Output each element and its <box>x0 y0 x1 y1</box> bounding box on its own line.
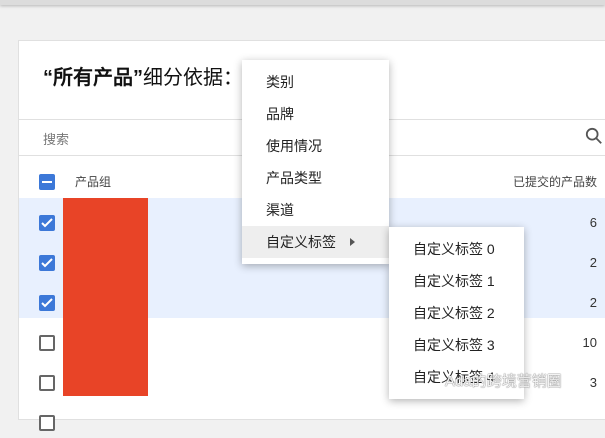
check-icon <box>39 295 55 311</box>
submitted-count: 3 <box>590 375 597 390</box>
title-quoted: “所有产品” <box>43 67 143 89</box>
menu-item[interactable]: 品牌 <box>242 98 389 130</box>
check-icon <box>39 255 55 271</box>
submenu-item[interactable]: 自定义标签 2 <box>389 297 524 329</box>
select-all-checkbox[interactable] <box>39 174 55 190</box>
menu-item-label: 自定义标签 <box>266 234 336 250</box>
submenu-item[interactable]: 自定义标签 1 <box>389 265 524 297</box>
submenu-item[interactable]: 自定义标签 0 <box>389 233 524 265</box>
title-rest: 细分依据： <box>143 67 243 89</box>
menu-item[interactable]: 自定义标签 <box>242 226 389 258</box>
submitted-count: 2 <box>590 255 597 270</box>
submenu-item[interactable]: 自定义标签 3 <box>389 329 524 361</box>
row-checkbox[interactable] <box>39 415 55 431</box>
menu-item[interactable]: 渠道 <box>242 194 389 226</box>
submitted-count: 10 <box>583 335 597 350</box>
column-header-product-group: 产品组 <box>75 173 111 190</box>
search-input[interactable]: 搜索 <box>43 129 69 148</box>
row-checkbox[interactable] <box>39 295 55 311</box>
menu-item[interactable]: 类别 <box>242 66 389 98</box>
submitted-count: 6 <box>590 215 597 230</box>
menu-item[interactable]: 产品类型 <box>242 162 389 194</box>
row-checkbox[interactable] <box>39 255 55 271</box>
menu-item-label: 品牌 <box>266 106 294 122</box>
submitted-count: 2 <box>590 295 597 310</box>
row-checkbox[interactable] <box>39 215 55 231</box>
menu-item[interactable]: 使用情况 <box>242 130 389 162</box>
menu-item-label: 使用情况 <box>266 138 322 154</box>
redacted-area <box>63 198 148 396</box>
row-checkbox[interactable] <box>39 335 55 351</box>
search-icon[interactable] <box>585 127 603 145</box>
submenu-arrow-icon <box>350 238 355 246</box>
menu-item-label: 渠道 <box>266 202 294 218</box>
page-title: “所有产品”细分依据： <box>43 61 243 90</box>
check-icon <box>39 215 55 231</box>
column-header-submitted-count: 已提交的产品数 <box>513 173 597 190</box>
watermark: Ada的跨境营销圈 <box>445 370 562 391</box>
row-checkbox[interactable] <box>39 375 55 391</box>
menu-item-label: 类别 <box>266 74 294 90</box>
top-bar <box>0 0 605 5</box>
table-row[interactable] <box>19 398 605 438</box>
menu-item-label: 产品类型 <box>266 170 322 186</box>
segment-by-menu: 类别品牌使用情况产品类型渠道自定义标签 <box>242 60 389 264</box>
